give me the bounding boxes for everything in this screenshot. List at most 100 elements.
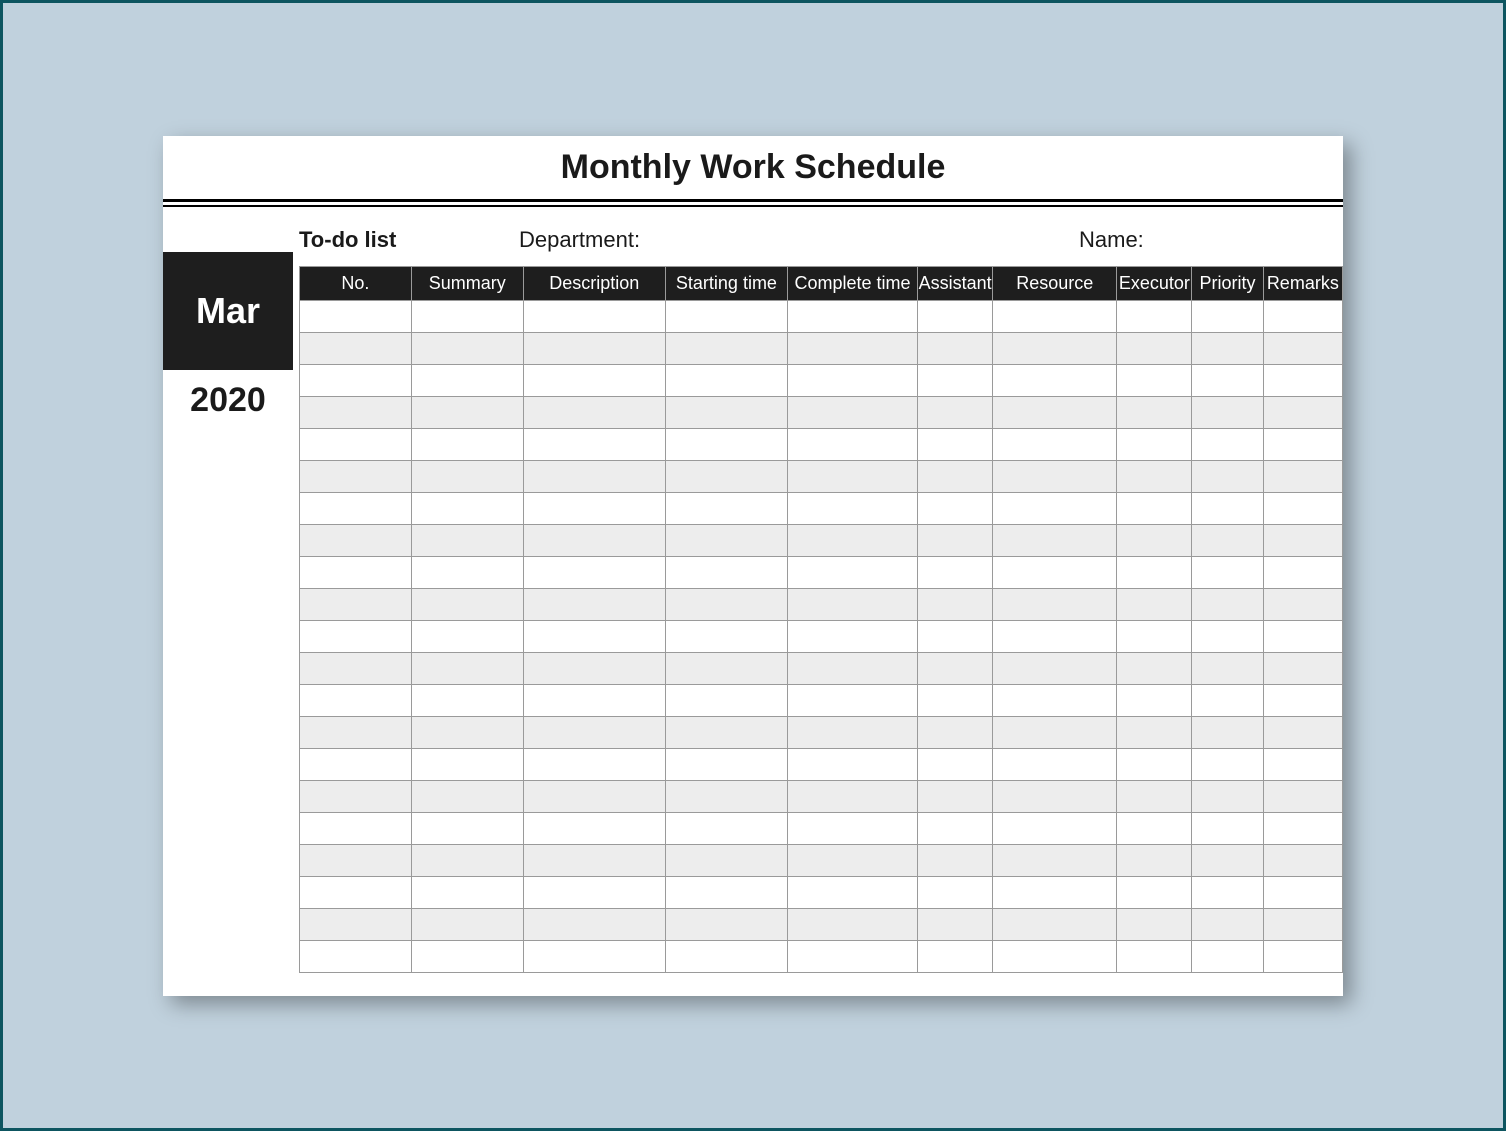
table-cell[interactable] <box>1263 428 1342 460</box>
table-cell[interactable] <box>1192 940 1263 972</box>
table-cell[interactable] <box>918 716 993 748</box>
table-cell[interactable] <box>411 332 523 364</box>
table-cell[interactable] <box>665 716 787 748</box>
table-cell[interactable] <box>523 524 665 556</box>
table-cell[interactable] <box>1117 524 1192 556</box>
table-cell[interactable] <box>411 556 523 588</box>
table-cell[interactable] <box>1192 428 1263 460</box>
table-cell[interactable] <box>918 428 993 460</box>
table-cell[interactable] <box>411 396 523 428</box>
table-cell[interactable] <box>787 300 917 332</box>
table-cell[interactable] <box>411 428 523 460</box>
table-cell[interactable] <box>1192 364 1263 396</box>
table-cell[interactable] <box>665 844 787 876</box>
table-cell[interactable] <box>787 556 917 588</box>
table-cell[interactable] <box>993 524 1117 556</box>
table-cell[interactable] <box>1117 652 1192 684</box>
table-cell[interactable] <box>523 428 665 460</box>
table-cell[interactable] <box>411 620 523 652</box>
table-cell[interactable] <box>787 780 917 812</box>
table-cell[interactable] <box>993 588 1117 620</box>
table-cell[interactable] <box>411 748 523 780</box>
table-cell[interactable] <box>918 908 993 940</box>
table-cell[interactable] <box>523 844 665 876</box>
table-cell[interactable] <box>411 812 523 844</box>
table-cell[interactable] <box>1263 652 1342 684</box>
table-cell[interactable] <box>1192 492 1263 524</box>
table-cell[interactable] <box>787 396 917 428</box>
table-cell[interactable] <box>1192 684 1263 716</box>
table-cell[interactable] <box>300 812 412 844</box>
table-cell[interactable] <box>787 876 917 908</box>
table-cell[interactable] <box>411 492 523 524</box>
table-cell[interactable] <box>1192 652 1263 684</box>
table-cell[interactable] <box>1117 364 1192 396</box>
table-cell[interactable] <box>523 908 665 940</box>
table-cell[interactable] <box>300 684 412 716</box>
table-cell[interactable] <box>665 684 787 716</box>
table-cell[interactable] <box>411 908 523 940</box>
table-cell[interactable] <box>523 620 665 652</box>
table-cell[interactable] <box>1192 908 1263 940</box>
table-cell[interactable] <box>665 588 787 620</box>
table-cell[interactable] <box>1117 812 1192 844</box>
table-cell[interactable] <box>523 300 665 332</box>
table-cell[interactable] <box>918 940 993 972</box>
table-cell[interactable] <box>1117 396 1192 428</box>
table-cell[interactable] <box>1117 876 1192 908</box>
table-cell[interactable] <box>993 364 1117 396</box>
table-cell[interactable] <box>1263 364 1342 396</box>
table-cell[interactable] <box>1117 332 1192 364</box>
table-cell[interactable] <box>665 652 787 684</box>
table-cell[interactable] <box>993 684 1117 716</box>
table-cell[interactable] <box>1192 716 1263 748</box>
table-cell[interactable] <box>993 332 1117 364</box>
table-cell[interactable] <box>300 556 412 588</box>
table-cell[interactable] <box>300 620 412 652</box>
table-cell[interactable] <box>300 780 412 812</box>
table-cell[interactable] <box>1117 684 1192 716</box>
table-cell[interactable] <box>300 492 412 524</box>
table-cell[interactable] <box>918 780 993 812</box>
table-cell[interactable] <box>300 524 412 556</box>
table-cell[interactable] <box>1263 684 1342 716</box>
table-cell[interactable] <box>523 716 665 748</box>
table-cell[interactable] <box>523 652 665 684</box>
table-cell[interactable] <box>993 396 1117 428</box>
table-cell[interactable] <box>300 332 412 364</box>
table-cell[interactable] <box>1192 332 1263 364</box>
table-cell[interactable] <box>665 780 787 812</box>
table-cell[interactable] <box>665 524 787 556</box>
table-cell[interactable] <box>1263 300 1342 332</box>
table-cell[interactable] <box>787 492 917 524</box>
table-cell[interactable] <box>1117 620 1192 652</box>
table-cell[interactable] <box>411 364 523 396</box>
table-cell[interactable] <box>1263 780 1342 812</box>
table-cell[interactable] <box>665 812 787 844</box>
table-cell[interactable] <box>1192 620 1263 652</box>
table-cell[interactable] <box>1263 748 1342 780</box>
table-cell[interactable] <box>1117 300 1192 332</box>
table-cell[interactable] <box>1192 524 1263 556</box>
table-cell[interactable] <box>918 876 993 908</box>
table-cell[interactable] <box>523 812 665 844</box>
table-cell[interactable] <box>665 748 787 780</box>
table-cell[interactable] <box>1192 748 1263 780</box>
table-cell[interactable] <box>993 844 1117 876</box>
table-cell[interactable] <box>1263 876 1342 908</box>
table-cell[interactable] <box>1192 812 1263 844</box>
table-cell[interactable] <box>918 620 993 652</box>
table-cell[interactable] <box>523 332 665 364</box>
table-cell[interactable] <box>787 684 917 716</box>
table-cell[interactable] <box>787 332 917 364</box>
table-cell[interactable] <box>787 460 917 492</box>
table-cell[interactable] <box>918 396 993 428</box>
table-cell[interactable] <box>300 748 412 780</box>
table-cell[interactable] <box>1263 588 1342 620</box>
table-cell[interactable] <box>993 812 1117 844</box>
table-cell[interactable] <box>300 300 412 332</box>
table-cell[interactable] <box>918 812 993 844</box>
table-cell[interactable] <box>918 460 993 492</box>
table-cell[interactable] <box>787 716 917 748</box>
table-cell[interactable] <box>411 940 523 972</box>
